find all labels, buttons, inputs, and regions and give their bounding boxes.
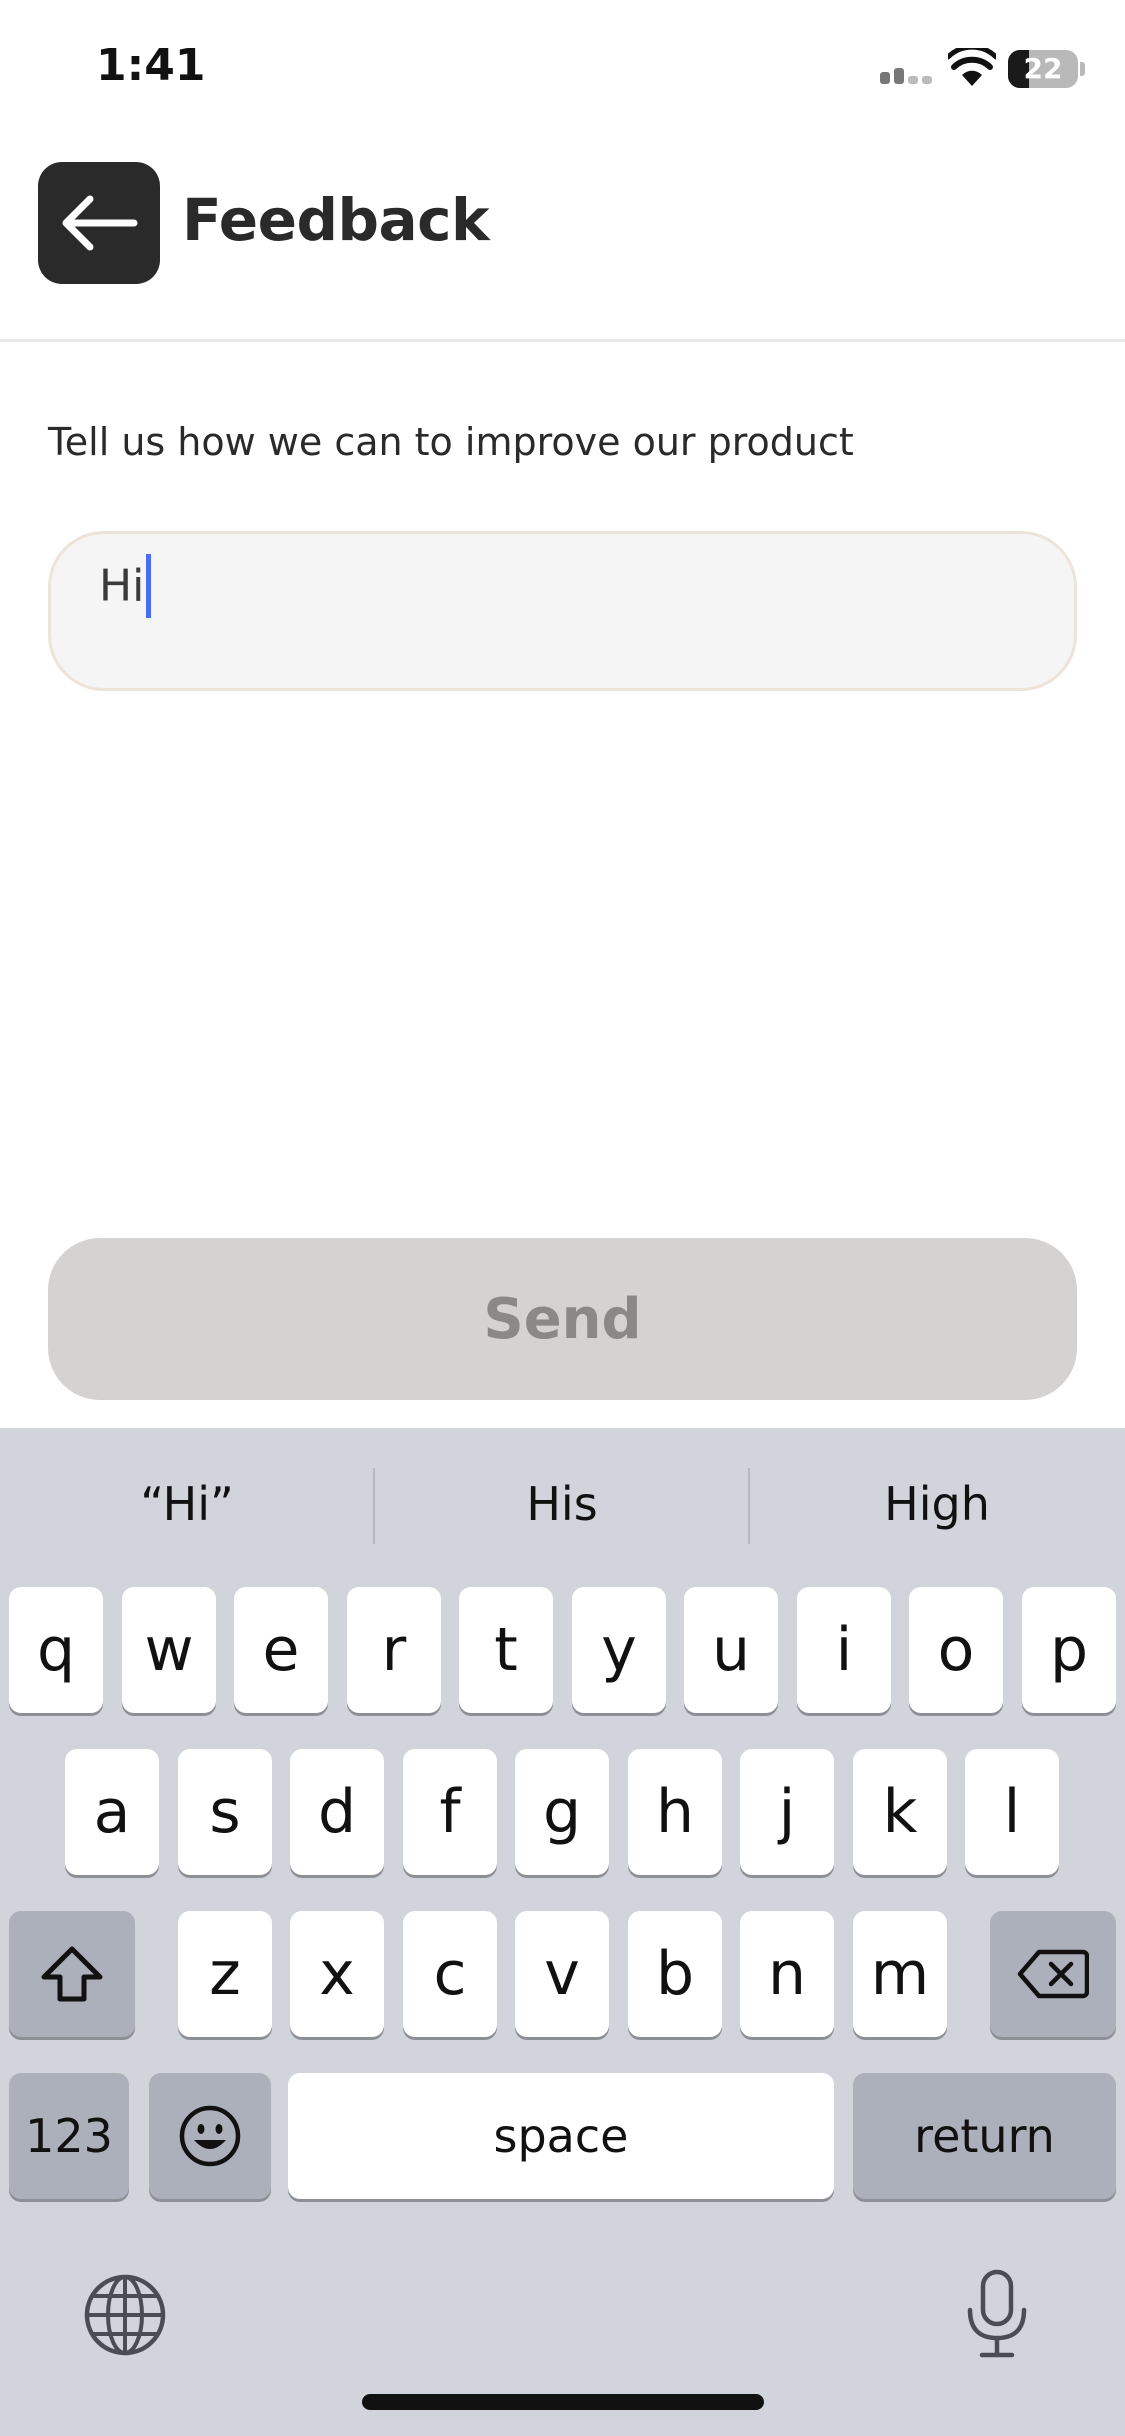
delete-icon (1017, 1949, 1089, 1999)
key-l[interactable]: l (965, 1749, 1059, 1875)
key-y[interactable]: y (572, 1587, 666, 1713)
text-caret (146, 554, 152, 618)
back-button[interactable] (38, 162, 160, 284)
battery-level: 22 (1023, 52, 1063, 85)
key-v[interactable]: v (515, 1911, 609, 2037)
key-k[interactable]: k (853, 1749, 947, 1875)
key-q[interactable]: q (9, 1587, 103, 1713)
key-p[interactable]: p (1022, 1587, 1116, 1713)
key-z[interactable]: z (178, 1911, 272, 2037)
shift-key[interactable] (9, 1911, 135, 2037)
cellular-signal-icon (880, 60, 936, 84)
delete-key[interactable] (990, 1911, 1116, 2037)
key-x[interactable]: x (290, 1911, 384, 2037)
key-t[interactable]: t (459, 1587, 553, 1713)
arrow-left-icon (62, 195, 138, 251)
key-o[interactable]: o (909, 1587, 1003, 1713)
space-key[interactable]: space (288, 2073, 834, 2199)
key-n[interactable]: n (740, 1911, 834, 2037)
key-d[interactable]: d (290, 1749, 384, 1875)
shift-icon (41, 1946, 103, 2002)
key-i[interactable]: i (797, 1587, 891, 1713)
feedback-input-value: Hi (99, 560, 145, 612)
key-m[interactable]: m (853, 1911, 947, 2037)
feedback-prompt: Tell us how we can to improve our produc… (48, 420, 854, 464)
header: Feedback (0, 140, 1125, 342)
suggestion-item[interactable]: High (750, 1428, 1124, 1580)
key-j[interactable]: j (740, 1749, 834, 1875)
key-b[interactable]: b (628, 1911, 722, 2037)
home-indicator (362, 2394, 764, 2410)
key-h[interactable]: h (628, 1749, 722, 1875)
status-time: 1:41 (96, 40, 206, 91)
suggestion-item[interactable]: His (375, 1428, 749, 1580)
status-bar: 1:41 22 (0, 0, 1125, 140)
key-u[interactable]: u (684, 1587, 778, 1713)
key-c[interactable]: c (403, 1911, 497, 2037)
key-w[interactable]: w (122, 1587, 216, 1713)
return-key[interactable]: return (853, 2073, 1116, 2199)
key-r[interactable]: r (347, 1587, 441, 1713)
key-f[interactable]: f (403, 1749, 497, 1875)
key-g[interactable]: g (515, 1749, 609, 1875)
key-e[interactable]: e (234, 1587, 328, 1713)
battery-icon: 22 (1008, 50, 1078, 88)
globe-icon[interactable] (82, 2272, 168, 2358)
emoji-icon (179, 2105, 241, 2167)
key-a[interactable]: a (65, 1749, 159, 1875)
wifi-icon (948, 48, 996, 86)
feedback-input[interactable]: Hi (48, 531, 1077, 691)
numbers-key[interactable]: 123 (9, 2073, 129, 2199)
battery-tip (1080, 62, 1085, 76)
suggestion-item[interactable]: “Hi” (0, 1428, 374, 1580)
key-s[interactable]: s (178, 1749, 272, 1875)
suggestion-bar: “Hi” His High (0, 1428, 1125, 1580)
page-title: Feedback (182, 186, 490, 254)
emoji-key[interactable] (149, 2073, 271, 2199)
microphone-icon[interactable] (962, 2268, 1032, 2360)
send-button[interactable]: Send (48, 1238, 1077, 1400)
